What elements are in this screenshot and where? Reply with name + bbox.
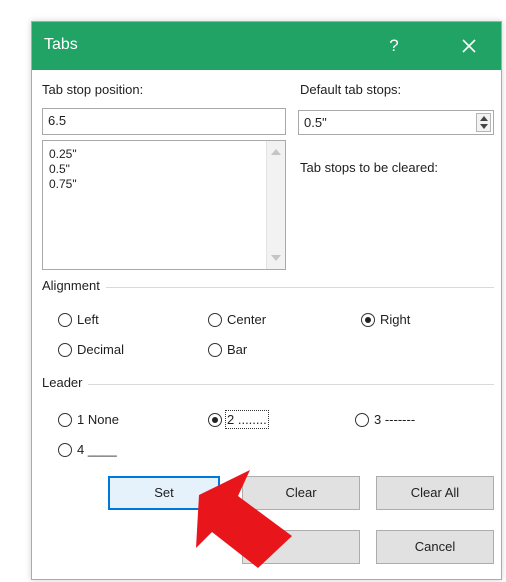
leader-divider (42, 384, 494, 385)
tabs-dialog: Tabs ? Tab stop position: 6.5 0.25" 0.5"… (31, 21, 502, 580)
radio-label: 3 ------- (374, 412, 416, 427)
default-tab-stops-value: 0.5" (304, 115, 327, 130)
radio-selected-icon (361, 313, 375, 327)
dialog-title: Tabs (44, 36, 78, 53)
list-scrollbar[interactable] (266, 141, 285, 269)
radio-label: 2 ........ (225, 410, 269, 429)
radio-circle-icon (208, 343, 222, 357)
radio-align-left[interactable]: Left (58, 312, 99, 327)
radio-leader-dashes[interactable]: 3 ------- (355, 412, 415, 427)
radio-align-bar[interactable]: Bar (208, 342, 247, 357)
close-button[interactable] (452, 31, 486, 61)
alignment-divider (42, 287, 494, 288)
radio-circle-icon (58, 413, 72, 427)
spinner-icon[interactable] (476, 113, 491, 132)
tab-stops-to-clear-label: Tab stops to be cleared: (300, 160, 439, 175)
default-tab-stops-input[interactable]: 0.5" (298, 110, 494, 135)
tab-stop-position-label: Tab stop position: (42, 82, 144, 97)
radio-label: Center (227, 312, 267, 327)
radio-circle-icon (355, 413, 369, 427)
radio-align-center[interactable]: Center (208, 312, 266, 327)
radio-selected-icon (208, 413, 222, 427)
tab-stop-position-input[interactable]: 6.5 (42, 108, 286, 135)
scroll-down-icon[interactable] (271, 255, 281, 261)
radio-circle-icon (58, 443, 72, 457)
leader-label: Leader (42, 375, 89, 390)
help-button[interactable]: ? (377, 31, 411, 61)
tab-stop-list[interactable]: 0.25" 0.5" 0.75" (42, 140, 286, 270)
clear-all-button[interactable]: Clear All (376, 476, 494, 510)
list-item[interactable]: 0.75" (49, 177, 77, 191)
cancel-button[interactable]: Cancel (376, 530, 494, 564)
radio-align-right[interactable]: Right (361, 312, 410, 327)
radio-label: 4 ____ (77, 442, 117, 457)
radio-label: 1 None (77, 412, 119, 427)
radio-label: Right (380, 312, 411, 327)
radio-leader-dots[interactable]: 2 ........ (208, 410, 269, 429)
clear-button[interactable]: Clear (242, 476, 360, 510)
alignment-label: Alignment (42, 278, 106, 293)
radio-align-decimal[interactable]: Decimal (58, 342, 124, 357)
radio-circle-icon (58, 313, 72, 327)
set-button[interactable]: Set (108, 476, 220, 510)
radio-label: Decimal (77, 342, 124, 357)
radio-label: Left (77, 312, 99, 327)
radio-circle-icon (208, 313, 222, 327)
radio-circle-icon (58, 343, 72, 357)
list-item[interactable]: 0.5" (49, 162, 70, 176)
close-icon (462, 39, 476, 53)
scroll-up-icon[interactable] (271, 149, 281, 155)
ok-button[interactable] (242, 530, 360, 564)
radio-leader-underline[interactable]: 4 ____ (58, 442, 117, 457)
title-bar: Tabs ? (32, 22, 501, 70)
radio-leader-none[interactable]: 1 None (58, 412, 119, 427)
radio-label: Bar (227, 342, 248, 357)
list-item[interactable]: 0.25" (49, 147, 77, 161)
default-tab-stops-label: Default tab stops: (300, 82, 402, 97)
